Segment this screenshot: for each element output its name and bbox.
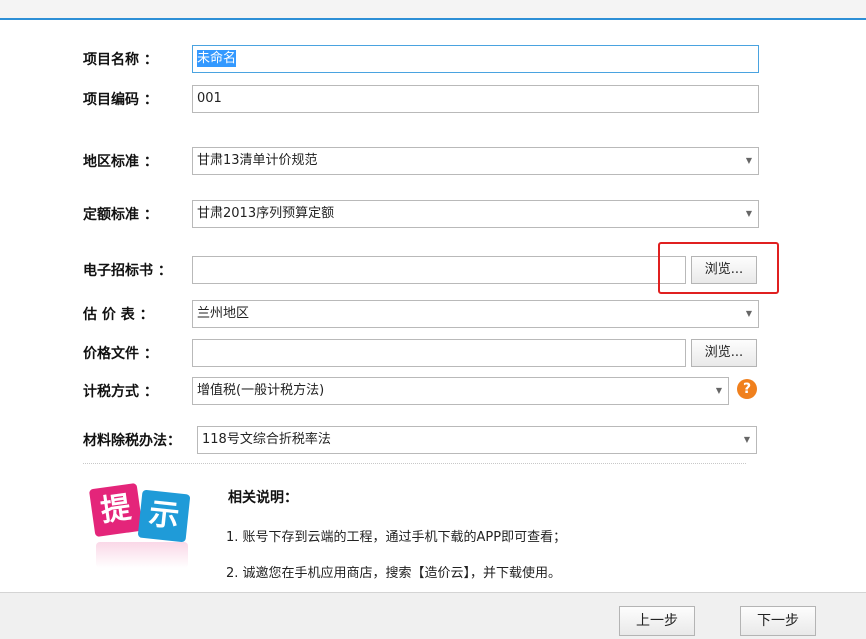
tax-method-label: 计税方式 ： — [83, 384, 158, 400]
price-file-browse-button[interactable]: 浏览... — [691, 339, 757, 367]
divider — [83, 463, 746, 464]
material-tax-value: 118号文综合折税率法 — [202, 432, 331, 447]
quota-standard-label: 定额标准 ： — [83, 207, 158, 223]
material-tax-select[interactable]: 118号文综合折税率法 ▼ — [197, 426, 757, 454]
tax-method-select[interactable]: 增值税(一般计税方法) ▼ — [192, 377, 729, 405]
tender-doc-input[interactable] — [192, 256, 686, 284]
tip-logo-reflection — [96, 542, 188, 568]
project-name-input[interactable]: 未命名 — [192, 45, 759, 73]
next-button[interactable]: 下一步 — [740, 606, 816, 636]
project-code-label: 项目编码 ： — [83, 92, 158, 108]
chevron-down-icon: ▼ — [745, 209, 752, 218]
prev-button[interactable]: 上一步 — [619, 606, 695, 636]
valuation-table-select[interactable]: 兰州地区 ▼ — [192, 300, 759, 328]
region-standard-select[interactable]: 甘肃13清单计价规范 ▼ — [192, 147, 759, 175]
region-standard-label: 地区标准 ： — [83, 154, 158, 170]
chevron-down-icon: ▼ — [745, 309, 752, 318]
project-code-input[interactable]: 001 — [192, 85, 759, 113]
tip-title: 相关说明： — [228, 490, 298, 506]
price-file-input[interactable] — [192, 339, 686, 367]
quota-standard-select[interactable]: 甘肃2013序列预算定额 ▼ — [192, 200, 759, 228]
tip-logo-tile-2: 示 — [137, 489, 191, 543]
price-file-label: 价格文件 ： — [83, 346, 158, 362]
project-name-value: 未命名 — [197, 50, 237, 67]
help-icon[interactable]: ? — [737, 379, 757, 399]
chevron-down-icon: ▼ — [715, 386, 722, 395]
material-tax-label: 材料除税办法： — [83, 433, 181, 449]
highlight-box — [658, 242, 779, 294]
chevron-down-icon: ▼ — [743, 435, 750, 444]
footer-bar: 上一步 下一步 — [0, 592, 866, 639]
tip-line-1: 1. 账号下存到云端的工程，通过手机下载的APP即可查看； — [226, 530, 567, 545]
chevron-down-icon: ▼ — [745, 156, 752, 165]
region-standard-value: 甘肃13清单计价规范 — [197, 153, 318, 168]
valuation-table-value: 兰州地区 — [197, 306, 250, 321]
tip-line-2: 2. 诚邀您在手机应用商店，搜索【造价云】，并下载使用。 — [226, 566, 562, 581]
valuation-table-label: 估 价 表 ： — [83, 307, 154, 323]
quota-standard-value: 甘肃2013序列预算定额 — [197, 206, 335, 221]
window-top-bar — [0, 0, 866, 20]
tip-logo: 提 示 — [88, 478, 192, 578]
tender-doc-label: 电子招标书 ： — [83, 263, 172, 279]
tax-method-value: 增值税(一般计税方法) — [197, 383, 325, 398]
tip-logo-tile-1: 提 — [88, 482, 144, 538]
project-name-label: 项目名称 ： — [83, 52, 158, 68]
